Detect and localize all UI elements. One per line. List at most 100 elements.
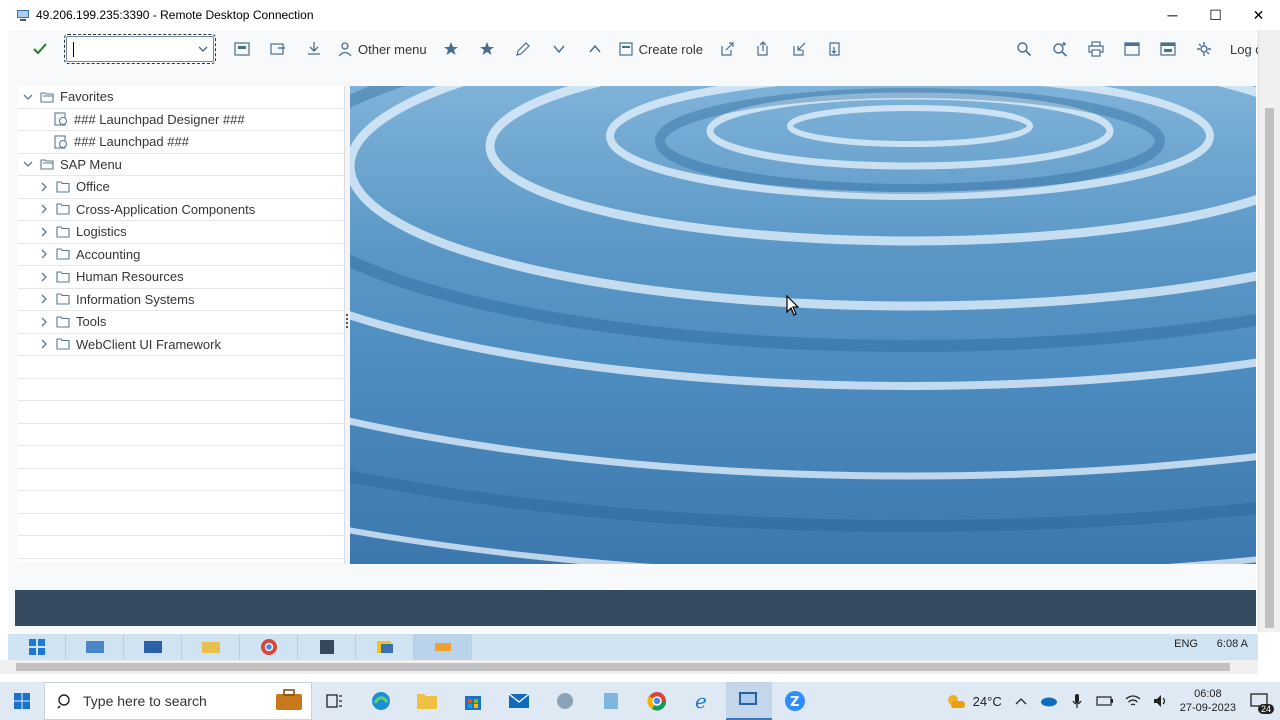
- folder-icon: [56, 203, 70, 215]
- chrome-icon[interactable]: [634, 682, 680, 720]
- chevron-down-icon[interactable]: [22, 159, 34, 169]
- tree-item-human-resources[interactable]: Human Resources: [18, 266, 344, 289]
- chevron-right-icon[interactable]: [38, 272, 50, 282]
- tree-empty-row: [18, 446, 344, 469]
- remote-powershell-icon[interactable]: [124, 634, 182, 660]
- tree-item-launchpad[interactable]: ### Launchpad ###: [18, 131, 344, 154]
- chevron-down-icon[interactable]: [197, 42, 209, 60]
- microphone-icon[interactable]: [1068, 692, 1086, 710]
- close-button[interactable]: ✕: [1237, 0, 1280, 30]
- move-up-icon[interactable]: [577, 36, 613, 62]
- weather-icon: [947, 695, 965, 708]
- chevron-right-icon[interactable]: [38, 249, 50, 259]
- chevron-up-icon[interactable]: [1012, 692, 1030, 710]
- add-favorite-icon[interactable]: [433, 36, 469, 62]
- remote-folder-icon[interactable]: [182, 634, 240, 660]
- edit-pencil-icon[interactable]: [505, 36, 541, 62]
- remote-sap-gui-icon[interactable]: [414, 634, 472, 660]
- tree-item-launchpad-designer[interactable]: ### Launchpad Designer ###: [18, 109, 344, 131]
- briefcase-icon[interactable]: [275, 688, 303, 714]
- tree-item-logistics[interactable]: Logistics: [18, 221, 344, 244]
- remote-app-icon[interactable]: [298, 634, 356, 660]
- chevron-right-icon[interactable]: [38, 204, 50, 214]
- enter-button[interactable]: [28, 37, 52, 61]
- print-icon[interactable]: [1078, 36, 1114, 62]
- volume-icon[interactable]: [1152, 692, 1170, 710]
- tree-item-office[interactable]: Office: [18, 176, 344, 199]
- move-down-icon[interactable]: [541, 36, 577, 62]
- task-view-icon[interactable]: [312, 682, 358, 720]
- window-layout-icon[interactable]: [1150, 36, 1186, 62]
- remote-desktop-task-icon[interactable]: [726, 682, 772, 720]
- remote-start-icon[interactable]: [8, 634, 66, 660]
- onedrive-icon[interactable]: [1040, 692, 1058, 710]
- other-menu-button[interactable]: Other menu: [332, 36, 433, 62]
- mail-icon[interactable]: [496, 682, 542, 720]
- rdp-horizontal-scrollbar[interactable]: [0, 660, 1258, 674]
- zoom-icon[interactable]: Z: [772, 682, 818, 720]
- scroll-thumb[interactable]: [1265, 108, 1274, 628]
- scroll-thumb[interactable]: [16, 663, 1230, 671]
- folder-icon: [56, 226, 70, 238]
- chevron-right-icon[interactable]: [38, 317, 50, 327]
- taskbar-clock[interactable]: 06:08 27-09-2023: [1180, 687, 1236, 715]
- tree-node-sap-menu[interactable]: SAP Menu: [18, 154, 344, 176]
- create-role-button[interactable]: Create role: [613, 36, 709, 62]
- menu-tree: Favorites ### Launchpad Designer ### ###…: [18, 86, 344, 562]
- battery-icon[interactable]: [1096, 692, 1114, 710]
- sort-icon[interactable]: [817, 36, 853, 62]
- text-caret: [73, 42, 74, 57]
- maximize-button[interactable]: ☐: [1194, 0, 1237, 30]
- tree-label: Office: [76, 179, 110, 195]
- upload-icon[interactable]: [745, 36, 781, 62]
- chevron-down-icon[interactable]: [22, 92, 34, 102]
- tree-item-information-systems[interactable]: Information Systems: [18, 289, 344, 311]
- tree-item-accounting[interactable]: Accounting: [18, 244, 344, 266]
- folder-icon: [56, 338, 70, 350]
- tree-item-cross-application[interactable]: Cross-Application Components: [18, 199, 344, 221]
- wifi-icon[interactable]: [1124, 692, 1142, 710]
- remote-explorer-icon[interactable]: [66, 634, 124, 660]
- minimize-button[interactable]: ─: [1151, 0, 1194, 30]
- app-feather-icon[interactable]: [542, 682, 588, 720]
- notification-icon[interactable]: 24: [1246, 692, 1274, 714]
- new-session-icon[interactable]: [1114, 36, 1150, 62]
- store-icon[interactable]: [450, 682, 496, 720]
- tree-item-webclient[interactable]: WebClient UI Framework: [18, 334, 344, 356]
- remote-clock: 6:08 A: [1216, 638, 1248, 650]
- new-window-icon[interactable]: [224, 36, 260, 62]
- search-icon[interactable]: [1006, 36, 1042, 62]
- tree-item-tools[interactable]: Tools: [18, 311, 344, 334]
- rdp-titlebar: 49.206.199.235:3390 - Remote Desktop Con…: [0, 0, 1280, 30]
- logoff-button[interactable]: Log off: [1222, 42, 1258, 57]
- settings-icon[interactable]: [1186, 36, 1222, 62]
- chevron-right-icon[interactable]: [38, 339, 50, 349]
- notepad-icon[interactable]: [588, 682, 634, 720]
- search-next-icon[interactable]: [1042, 36, 1078, 62]
- internet-explorer-icon[interactable]: e: [680, 682, 726, 720]
- download-icon[interactable]: [296, 36, 332, 62]
- create-role-label: Create role: [638, 41, 703, 57]
- file-explorer-icon[interactable]: [404, 682, 450, 720]
- transaction-input[interactable]: [64, 34, 216, 64]
- tree-node-favorites[interactable]: Favorites: [18, 86, 344, 109]
- chevron-right-icon[interactable]: [38, 182, 50, 192]
- tree-label: Favorites: [60, 89, 114, 105]
- open-folder-icon[interactable]: [260, 36, 296, 62]
- remove-favorite-icon[interactable]: [469, 36, 505, 62]
- chevron-right-icon[interactable]: [38, 227, 50, 237]
- remote-sap-logon-icon[interactable]: [356, 634, 414, 660]
- splitter-grip-icon[interactable]: [346, 314, 348, 328]
- start-button[interactable]: [0, 682, 44, 720]
- remote-chrome-icon[interactable]: [240, 634, 298, 660]
- edge-icon[interactable]: [358, 682, 404, 720]
- taskbar-search-input[interactable]: Type here to search: [44, 682, 312, 720]
- import-icon[interactable]: [781, 36, 817, 62]
- chevron-right-icon[interactable]: [38, 294, 50, 304]
- mouse-cursor-icon: [786, 294, 800, 322]
- transaction-link-icon: [54, 135, 68, 149]
- export-icon[interactable]: [709, 36, 745, 62]
- rdp-vertical-scrollbar[interactable]: [1258, 30, 1280, 632]
- weather-widget[interactable]: 24°C: [945, 692, 1002, 710]
- folder-icon: [56, 316, 70, 328]
